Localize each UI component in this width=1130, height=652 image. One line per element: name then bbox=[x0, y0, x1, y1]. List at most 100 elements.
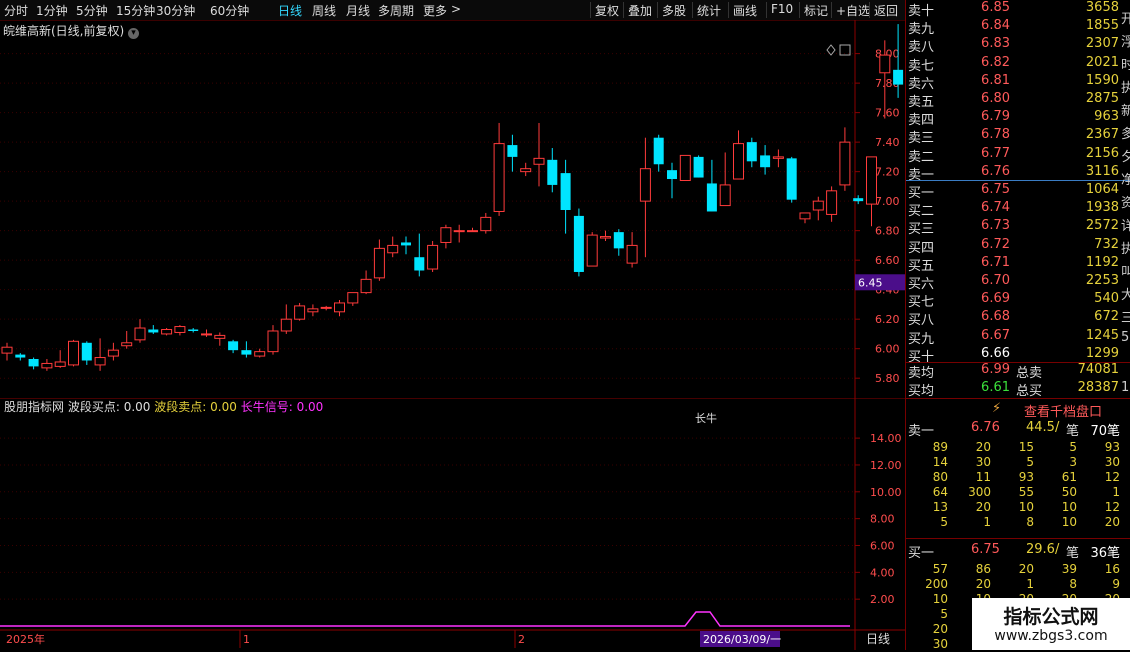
candle-body bbox=[626, 244, 638, 264]
more-arrow-icon[interactable]: > bbox=[451, 2, 461, 16]
bid-price[interactable]: 6.69 bbox=[968, 291, 1010, 306]
period-tab-8[interactable]: 月线 bbox=[346, 2, 370, 19]
period-tab-4[interactable]: 30分钟 bbox=[156, 2, 195, 19]
candle-body bbox=[161, 329, 173, 335]
view-qiandang-button[interactable]: 查看千档盘口 bbox=[1024, 401, 1102, 420]
toolbar-action-7[interactable]: +自选 bbox=[836, 2, 870, 19]
toolbar-action-4[interactable]: 画线 bbox=[733, 2, 757, 19]
toolbar-action-3[interactable]: 统计 bbox=[697, 2, 721, 19]
candle bbox=[772, 149, 784, 168]
period-tab-1[interactable]: 1分钟 bbox=[36, 2, 68, 19]
bid-price[interactable]: 6.68 bbox=[968, 309, 1010, 324]
bid-price[interactable]: 6.72 bbox=[968, 237, 1010, 252]
cursor-date: 2026/03/09/一 bbox=[703, 633, 781, 646]
avg-buy-label: 买均 bbox=[908, 384, 935, 399]
ask-price[interactable]: 6.79 bbox=[968, 109, 1010, 124]
ask-price[interactable]: 6.80 bbox=[968, 91, 1010, 106]
candle bbox=[799, 212, 811, 224]
bid-row: 买五 6.71 1192 bbox=[906, 255, 1130, 274]
ask-volume: 2367 bbox=[1085, 127, 1119, 143]
ask-level-label: 卖四 bbox=[908, 113, 935, 129]
ask-price[interactable]: 6.78 bbox=[968, 127, 1010, 142]
ask-price[interactable]: 6.81 bbox=[968, 73, 1010, 88]
bull-signal-line bbox=[0, 611, 850, 627]
candle bbox=[693, 155, 704, 178]
candle bbox=[626, 232, 638, 268]
period-tab-7[interactable]: 周线 bbox=[312, 2, 336, 19]
candle-body bbox=[879, 54, 891, 74]
buy-summary-unit: 笔 bbox=[1066, 546, 1080, 561]
period-tab-6[interactable]: 日线 bbox=[278, 2, 302, 19]
candle-body bbox=[320, 306, 332, 309]
candle bbox=[188, 328, 199, 333]
bid-price[interactable]: 6.70 bbox=[968, 273, 1010, 288]
buy-point-label: 波段买点: bbox=[67, 400, 120, 414]
buy-summary-row: 买一 6.75 29.6/笔 36笔 bbox=[906, 542, 1130, 561]
bid-row: 买九 6.67 1245 bbox=[906, 328, 1130, 347]
candle-body bbox=[560, 173, 571, 210]
candle bbox=[826, 186, 838, 222]
toolbar-action-1[interactable]: 叠加 bbox=[628, 2, 652, 19]
indicator-tick-label: 4.00 bbox=[870, 566, 895, 579]
ask-price[interactable]: 6.84 bbox=[968, 18, 1010, 33]
candle-body bbox=[480, 216, 492, 232]
bull-signal-value: 0.00 bbox=[296, 400, 324, 414]
buy-summary-label: 买一 bbox=[908, 546, 935, 561]
bid-price[interactable]: 6.71 bbox=[968, 255, 1010, 270]
bid-price[interactable]: 6.75 bbox=[968, 182, 1010, 197]
total-buy: 28387 bbox=[1077, 380, 1119, 395]
sell-point-value: 0.00 bbox=[210, 400, 237, 414]
buy-summary-avg: 29.6/ bbox=[1026, 542, 1060, 557]
sell-tick-row: 5 1 8 10 20 bbox=[906, 515, 1130, 530]
toolbar-action-6[interactable]: 标记 bbox=[804, 2, 828, 19]
indicator-legend: 股朋指标网 波段买点: 0.00 波段卖点: 0.00 长牛信号: 0.00 bbox=[4, 398, 323, 415]
sell-tick-value: 5 bbox=[1026, 455, 1034, 469]
candle bbox=[812, 196, 824, 221]
candle bbox=[679, 154, 691, 181]
period-tab-2[interactable]: 5分钟 bbox=[76, 2, 108, 19]
toolbar-action-0[interactable]: 复权 bbox=[595, 2, 619, 19]
candle bbox=[733, 130, 744, 180]
ask-price[interactable]: 6.85 bbox=[968, 0, 1010, 15]
candle bbox=[507, 134, 518, 172]
toolbar-action-2[interactable]: 多股 bbox=[662, 2, 686, 19]
candle bbox=[786, 156, 797, 203]
bid-price[interactable]: 6.74 bbox=[968, 200, 1010, 215]
period-tab-9[interactable]: 多周期 bbox=[378, 2, 414, 19]
price-chart[interactable]: 8.007.807.607.407.207.006.806.606.406.20… bbox=[0, 20, 905, 398]
ask-price[interactable]: 6.82 bbox=[968, 55, 1010, 70]
ask-price[interactable]: 6.77 bbox=[968, 146, 1010, 161]
indicator-chart[interactable]: 14.00 12.00 10.00 8.00 6.00 4.00 2.00 长牛 2025年 1 2… bbox=[0, 398, 905, 650]
ask-volume: 1590 bbox=[1085, 72, 1119, 88]
bid-price[interactable]: 6.67 bbox=[968, 328, 1010, 343]
toolbar-action-8[interactable]: 返回 bbox=[874, 2, 898, 19]
bid-price[interactable]: 6.66 bbox=[968, 346, 1010, 361]
candle bbox=[201, 329, 212, 337]
ask-price[interactable]: 6.76 bbox=[968, 164, 1010, 179]
buy-tick-value: 30 bbox=[932, 637, 948, 651]
candle-body bbox=[347, 292, 359, 304]
buy-tick-value: 16 bbox=[1104, 562, 1120, 576]
period-tab-5[interactable]: 60分钟 bbox=[210, 2, 249, 19]
candle-body bbox=[174, 326, 186, 333]
toolbar-action-5[interactable]: F10 bbox=[771, 2, 793, 16]
candle-body bbox=[440, 227, 452, 243]
period-tab-10[interactable]: 更多 bbox=[423, 2, 447, 19]
period-tab-3[interactable]: 15分钟 bbox=[116, 2, 155, 19]
ask-price[interactable]: 6.83 bbox=[968, 36, 1010, 51]
candle bbox=[161, 328, 173, 336]
bid-price[interactable]: 6.73 bbox=[968, 218, 1010, 233]
timeline-period-label[interactable]: 日线 bbox=[866, 632, 890, 646]
candle-body bbox=[772, 156, 784, 159]
bid-volume: 1938 bbox=[1085, 200, 1119, 216]
ask-row: 卖六 6.81 1590 bbox=[906, 72, 1130, 92]
candle-body bbox=[547, 159, 558, 185]
sell-tick-value: 15 bbox=[1018, 440, 1034, 454]
sell-tick-value: 12 bbox=[1104, 470, 1120, 484]
orderbook-divider bbox=[906, 398, 1130, 399]
candle bbox=[94, 338, 106, 371]
ask-volume: 3658 bbox=[1085, 0, 1119, 15]
sell-summary-avg: 44.5/ bbox=[1026, 420, 1060, 435]
period-tab-0[interactable]: 分时 bbox=[4, 2, 28, 19]
candle-body bbox=[1, 346, 13, 354]
